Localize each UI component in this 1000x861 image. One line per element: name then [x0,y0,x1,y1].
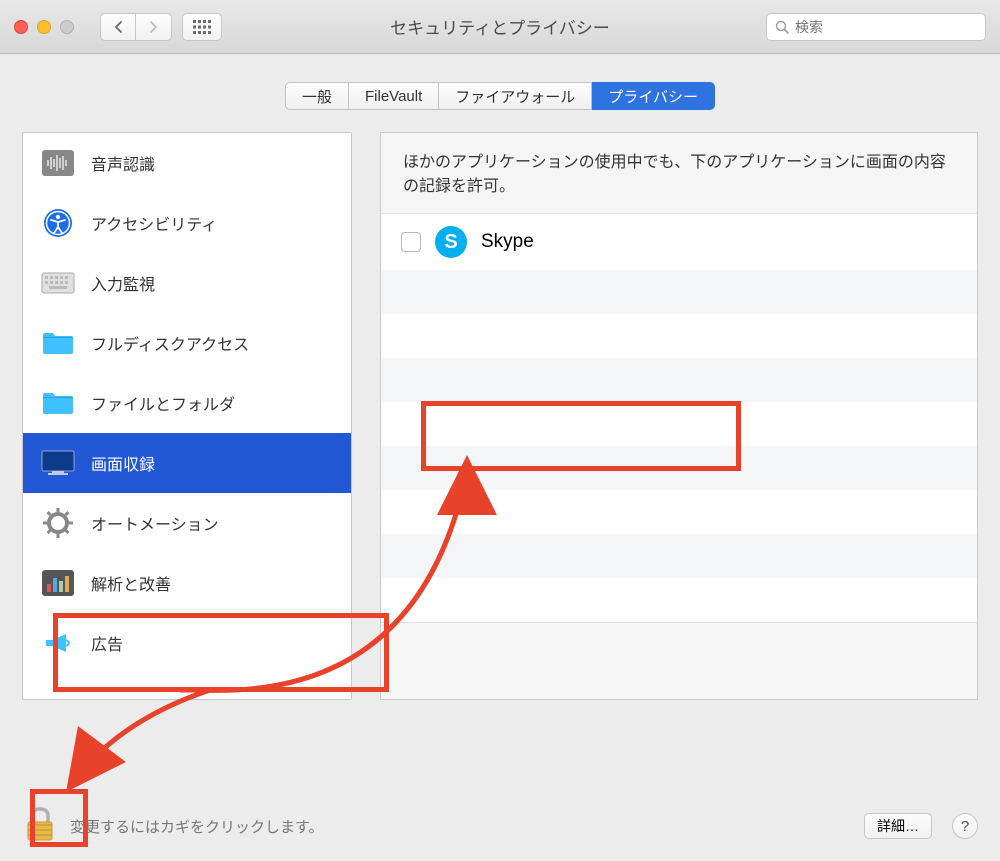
empty-row [381,446,977,490]
empty-row [381,358,977,402]
sidebar-item-speech[interactable]: 音声認識 [23,133,351,193]
megaphone-icon [39,627,77,659]
lock-icon [22,804,58,844]
empty-row [381,402,977,446]
main-panel: ほかのアプリケーションの使用中でも、下のアプリケーションに画面の内容の記録を許可… [380,132,978,700]
sidebar-item-label: 広告 [91,631,123,655]
bar-chart-icon [39,567,77,599]
keyboard-icon [39,267,77,299]
sidebar-item-label: 音声認識 [91,151,155,175]
tab-general[interactable]: 一般 [285,82,349,110]
gear-icon [39,507,77,539]
sidebar-item-full-disk[interactable]: フルディスクアクセス [23,313,351,373]
privacy-category-list[interactable]: 音声認識 アクセシビリティ 入力監視 フルディスクアクセス [22,132,352,700]
sidebar-item-label: 入力監視 [91,271,155,295]
search-input[interactable] [795,19,977,35]
close-icon[interactable] [14,20,28,34]
chevron-right-icon [149,21,158,33]
sidebar-item-label: オートメーション [91,511,219,535]
grid-icon [193,20,211,34]
sidebar-item-label: フルディスクアクセス [91,331,249,355]
sidebar-item-accessibility[interactable]: アクセシビリティ [23,193,351,253]
sidebar-item-label: 解析と改善 [91,571,171,595]
sidebar-item-advertising[interactable]: 広告 [23,613,351,673]
sidebar-item-label: 画面収録 [91,451,155,475]
app-checkbox[interactable] [401,232,421,252]
sidebar-item-analytics[interactable]: 解析と改善 [23,553,351,613]
sidebar-item-label: アクセシビリティ [91,211,217,235]
nav-buttons [100,13,172,41]
accessibility-icon [39,207,77,239]
tab-bar: 一般 FileVault ファイアウォール プライバシー [22,82,978,110]
empty-row [381,314,977,358]
app-name: Skype [481,231,534,253]
panel-description: ほかのアプリケーションの使用中でも、下のアプリケーションに画面の内容の記録を許可… [381,151,977,213]
window-controls [14,20,74,34]
search-icon [775,20,789,34]
app-row[interactable]: S Skype [381,214,977,270]
sidebar-item-automation[interactable]: オートメーション [23,493,351,553]
search-field[interactable] [766,13,986,41]
empty-row [381,270,977,314]
maximize-icon [60,20,74,34]
folder-icon [39,387,77,419]
waveform-icon [39,147,77,179]
sidebar-item-screen-recording[interactable]: 画面収録 [23,433,351,493]
display-icon [39,447,77,479]
titlebar: セキュリティとプライバシー [0,0,1000,54]
app-list: S Skype [381,213,977,623]
empty-row [381,490,977,534]
sidebar-item-label: ファイルとフォルダ [91,391,235,415]
chevron-left-icon [114,21,123,33]
tab-firewall[interactable]: ファイアウォール [439,82,592,110]
minimize-icon[interactable] [37,20,51,34]
tab-privacy[interactable]: プライバシー [592,82,715,110]
back-button[interactable] [100,13,136,41]
show-all-button[interactable] [182,13,222,41]
folder-icon [39,327,77,359]
tab-filevault[interactable]: FileVault [349,82,439,110]
details-button[interactable]: 詳細… [864,813,932,839]
sidebar-item-input-monitoring[interactable]: 入力監視 [23,253,351,313]
skype-icon: S [435,226,467,258]
empty-row [381,578,977,622]
forward-button[interactable] [136,13,172,41]
content-area: 一般 FileVault ファイアウォール プライバシー 音声認識 アクセシビリ… [0,54,1000,700]
footer: 変更するにはカギをクリックします。 詳細… ? [0,791,1000,861]
lock-button[interactable] [22,804,58,849]
sidebar-item-files-folders[interactable]: ファイルとフォルダ [23,373,351,433]
help-button[interactable]: ? [952,813,978,839]
lock-text: 変更するにはカギをクリックします。 [70,816,324,837]
empty-row [381,534,977,578]
